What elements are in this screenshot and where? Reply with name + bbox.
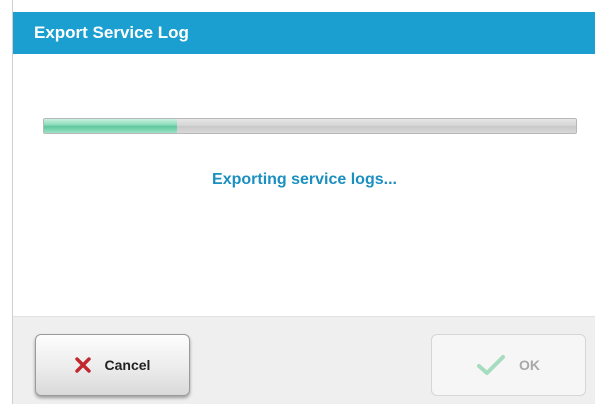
ok-button[interactable]: OK xyxy=(431,334,586,396)
ok-button-label: OK xyxy=(519,357,540,373)
export-status-text: Exporting service logs... xyxy=(212,171,397,188)
dialog-title: Export Service Log xyxy=(34,23,189,42)
dialog-title-bar: Export Service Log xyxy=(13,12,595,54)
export-service-log-dialog: Export Service Log Exporting service log… xyxy=(12,0,595,404)
close-x-icon xyxy=(74,357,91,373)
export-progress-bar xyxy=(43,118,577,134)
dialog-footer: Cancel OK xyxy=(13,316,595,404)
cancel-button-label: Cancel xyxy=(104,357,151,373)
export-progress-fill xyxy=(44,119,177,133)
cancel-button[interactable]: Cancel xyxy=(35,334,190,396)
checkmark-icon xyxy=(477,354,505,376)
